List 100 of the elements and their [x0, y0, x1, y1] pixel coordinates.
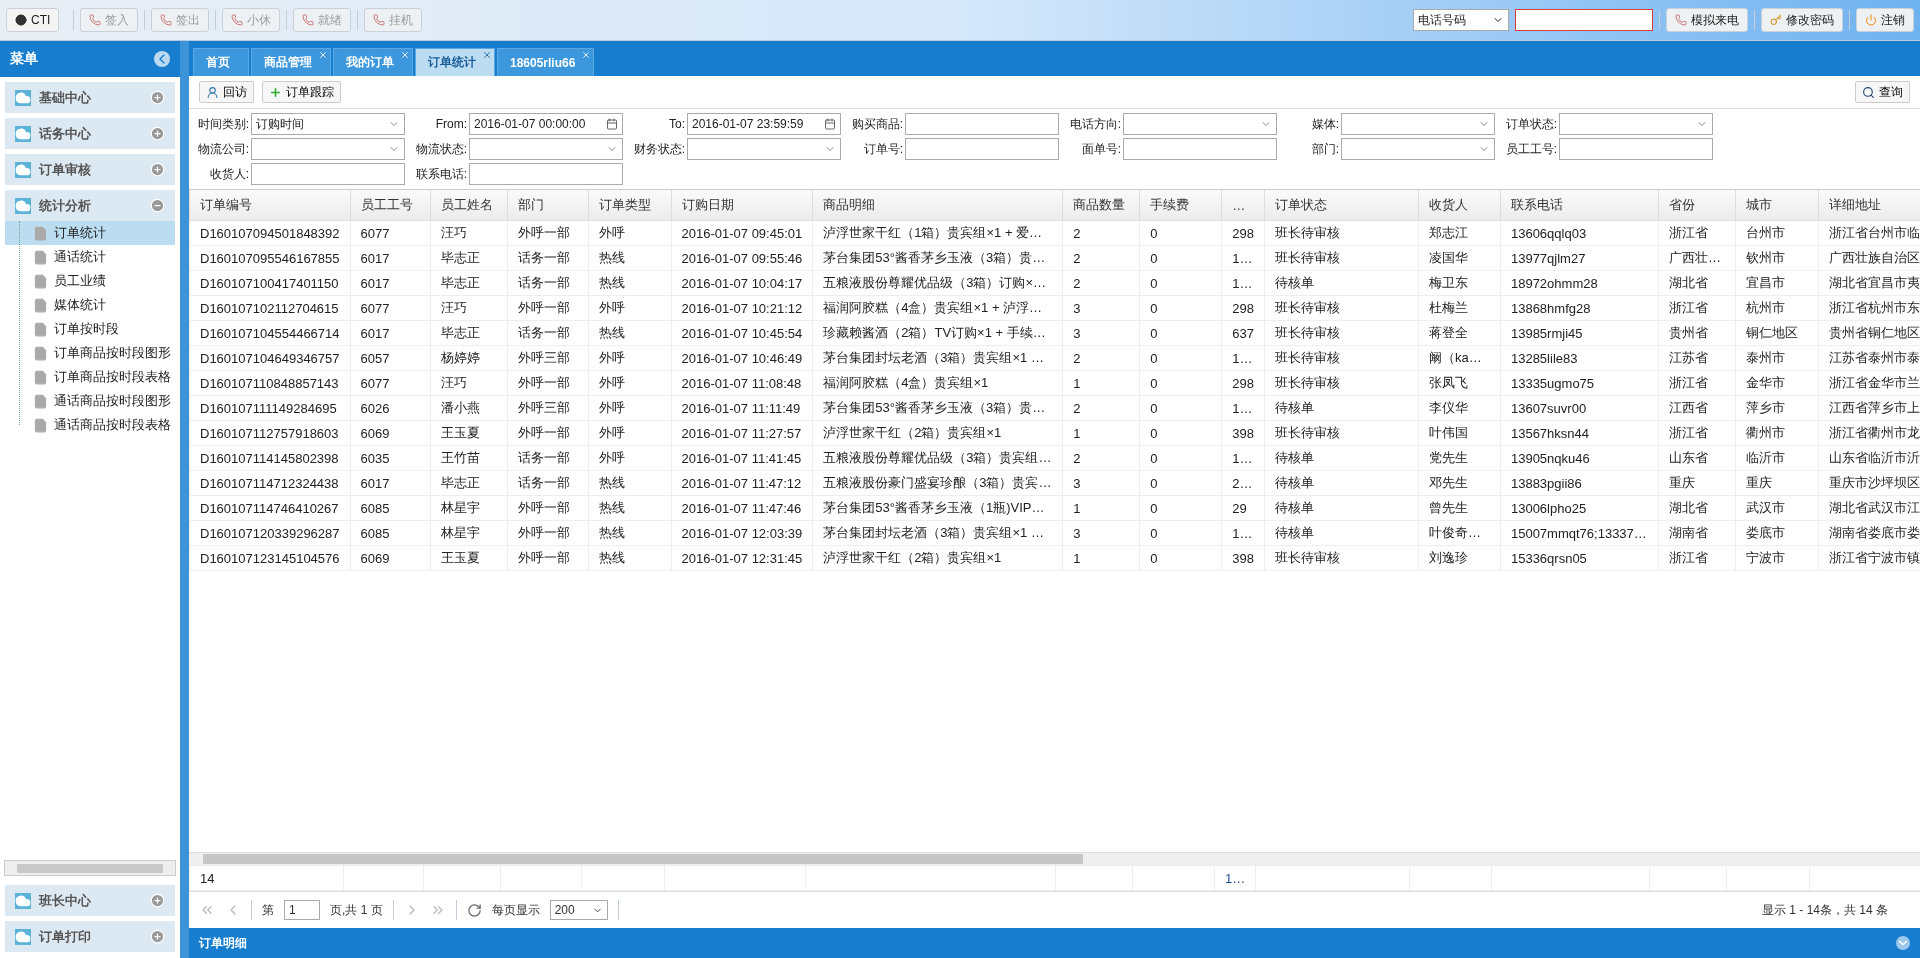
column-header[interactable]: 联系电话 — [1500, 190, 1659, 221]
toolbar-button[interactable]: CTI — [6, 8, 60, 32]
sidebar-item[interactable]: 通话统计 — [5, 245, 175, 269]
column-header[interactable]: 省份 — [1658, 190, 1736, 221]
table-cell: 叶俊奇… — [1418, 520, 1501, 546]
column-header[interactable]: 订购日期 — [671, 190, 813, 221]
column-header[interactable]: … — [1221, 190, 1265, 221]
input-field[interactable] — [469, 163, 623, 185]
sidebar-section[interactable]: 话务中心 — [5, 118, 175, 149]
field-label: 物流公司: — [196, 140, 249, 158]
file-icon — [33, 225, 48, 241]
action-button[interactable]: 回访 — [199, 81, 254, 103]
select-field[interactable] — [687, 138, 841, 160]
table-cell: 0 — [1139, 220, 1222, 246]
column-header[interactable]: 部门 — [507, 190, 589, 221]
sidebar-item[interactable]: 订单商品按时段表格 — [5, 365, 175, 389]
close-icon[interactable] — [400, 50, 410, 60]
column-header[interactable]: 收货人 — [1418, 190, 1501, 221]
table-cell: D160107102112704615 — [189, 295, 351, 321]
sidebar-item[interactable]: 订单统计 — [5, 221, 175, 245]
select-field[interactable] — [469, 138, 623, 160]
table-cell: 外呼 — [588, 295, 672, 321]
table-cell: 刘逸珍 — [1418, 545, 1501, 571]
select-field[interactable] — [1559, 113, 1713, 135]
tab[interactable]: 订单统计 — [415, 48, 495, 76]
select-field[interactable]: 订购时间 — [251, 113, 405, 135]
table-cell: 班长待审核 — [1264, 295, 1419, 321]
collapse-icon[interactable] — [154, 51, 170, 67]
table-cell: D160107104554466714 — [189, 320, 351, 346]
page-input[interactable]: 1 — [284, 900, 320, 920]
table-cell: 0 — [1139, 545, 1222, 571]
table-cell: 2016-01-07 12:31:45 — [671, 545, 813, 571]
table-cell: 6017 — [350, 270, 431, 296]
sidebar-section[interactable]: 统计分析 — [5, 190, 175, 221]
sidebar-item[interactable]: 媒体统计 — [5, 293, 175, 317]
table-cell: 热线 — [588, 470, 672, 496]
select-field[interactable] — [1341, 113, 1495, 135]
table-cell: 班长待审核 — [1264, 320, 1419, 346]
column-header[interactable]: 商品明细 — [812, 190, 1063, 221]
table-cell: 汪巧 — [430, 295, 508, 321]
column-header[interactable]: 订单状态 — [1264, 190, 1419, 221]
column-header[interactable]: 员工工号 — [350, 190, 431, 221]
select-field[interactable] — [251, 138, 405, 160]
close-icon[interactable] — [318, 50, 328, 60]
phone-icon — [373, 14, 386, 26]
action-button[interactable]: 订单跟踪 — [262, 81, 341, 103]
sidebar-item[interactable]: 通话商品按时段表格 — [5, 413, 175, 437]
table-cell: 杜梅兰 — [1418, 295, 1501, 321]
table-cell: 2 — [1062, 345, 1140, 371]
refresh-icon[interactable] — [466, 902, 482, 918]
sidebar-item[interactable]: 通话商品按时段图形 — [5, 389, 175, 413]
column-header[interactable]: 城市 — [1735, 190, 1819, 221]
toolbar-button[interactable]: 修改密码 — [1761, 8, 1843, 32]
table-cell: 6069 — [350, 545, 431, 571]
input-field[interactable] — [905, 113, 1059, 135]
table-cell: 2… — [1221, 470, 1265, 496]
table-cell: 班长待审核 — [1264, 345, 1419, 371]
sidebar-section[interactable]: 订单审核 — [5, 154, 175, 185]
table-cell: 6077 — [350, 295, 431, 321]
sidebar-item[interactable]: 员工业绩 — [5, 269, 175, 293]
sidebar-item[interactable]: 订单商品按时段图形 — [5, 341, 175, 365]
search-button[interactable]: 查询 — [1855, 81, 1910, 103]
table-cell: 衢州市 — [1735, 420, 1819, 446]
sidebar-section[interactable]: 班长中心 — [5, 885, 175, 916]
sidebar-section[interactable]: 基础中心 — [5, 82, 175, 113]
table-cell: 泸浮世家干红（1箱）贵宾组×1 + 爱… — [812, 220, 1063, 246]
close-icon[interactable] — [482, 50, 492, 60]
date-field[interactable]: 2016-01-07 23:59:59 — [687, 113, 841, 135]
column-header[interactable]: 订单类型 — [588, 190, 672, 221]
toolbar-button[interactable]: 注销 — [1856, 8, 1914, 32]
sidebar-item[interactable]: 订单按时段 — [5, 317, 175, 341]
toolbar-button[interactable]: 模拟来电 — [1666, 8, 1748, 32]
date-field[interactable]: 2016-01-07 00:00:00 — [469, 113, 623, 135]
page-size-select[interactable]: 200 — [549, 900, 608, 920]
column-header[interactable]: 订单编号 — [189, 190, 351, 221]
field-label: 订单号: — [862, 140, 903, 158]
select-field[interactable] — [1341, 138, 1495, 160]
phone-input[interactable] — [1515, 9, 1653, 31]
table-cell: 台州市 — [1735, 220, 1819, 246]
input-field[interactable] — [1559, 138, 1713, 160]
field-label: 购买商品: — [850, 115, 903, 133]
input-field[interactable] — [905, 138, 1059, 160]
input-field[interactable] — [1123, 138, 1277, 160]
column-header[interactable]: 商品数量 — [1062, 190, 1140, 221]
select-field[interactable] — [1123, 113, 1277, 135]
table-cell: 外呼 — [588, 370, 672, 396]
expand-icon — [150, 162, 165, 177]
table-cell: 13285lile83 — [1500, 345, 1659, 371]
collapse-icon — [150, 198, 165, 213]
phone-type-select[interactable]: 电话号码 — [1413, 9, 1509, 31]
column-header[interactable]: 手续费 — [1139, 190, 1222, 221]
column-header[interactable]: 员工姓名 — [430, 190, 508, 221]
close-icon[interactable] — [581, 50, 592, 60]
column-header[interactable]: 详细地址 — [1818, 190, 1920, 221]
input-field[interactable] — [251, 163, 405, 185]
sidebar-section[interactable]: 订单打印 — [5, 921, 175, 952]
table-cell: D160107114145802398 — [189, 445, 351, 471]
expand-icon[interactable] — [1896, 936, 1910, 950]
table-cell: 宁波市 — [1735, 545, 1819, 571]
table-cell: 热线 — [588, 245, 672, 271]
